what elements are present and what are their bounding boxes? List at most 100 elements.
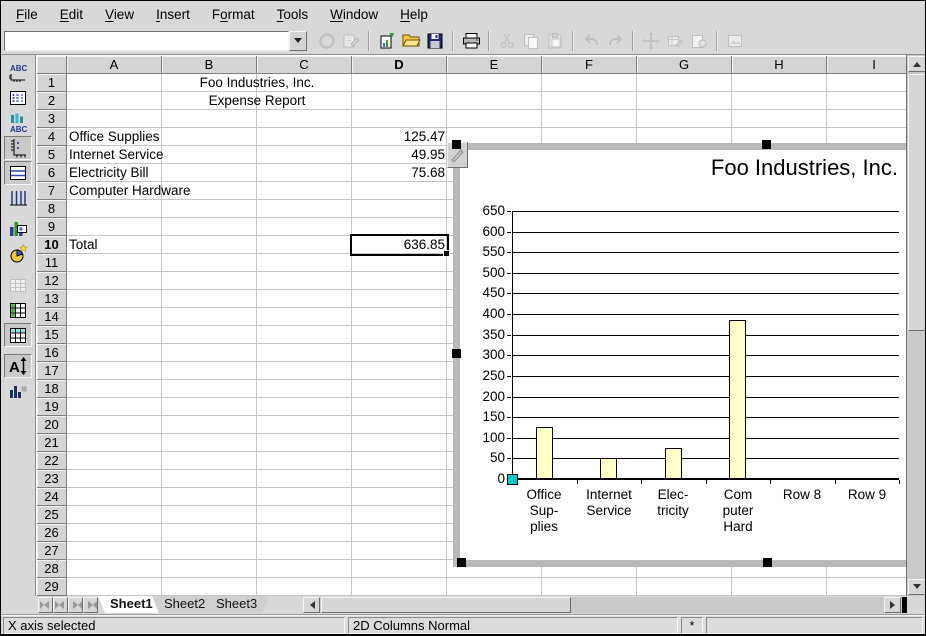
- menu-window[interactable]: Window: [319, 7, 389, 22]
- row-header-23[interactable]: 23: [37, 470, 67, 488]
- cell-D6[interactable]: 75.68: [352, 164, 447, 182]
- row-header-19[interactable]: 19: [37, 398, 67, 416]
- chart-title[interactable]: Foo Industries, Inc.: [711, 155, 898, 181]
- cell-A6[interactable]: Electricity Bill: [67, 164, 257, 182]
- x-axis-label-3[interactable]: ComputerHard: [706, 487, 770, 535]
- scroll-left-button[interactable]: [303, 597, 320, 613]
- row-header-9[interactable]: 9: [37, 218, 67, 236]
- selected-cell-outline[interactable]: [350, 234, 449, 256]
- row-header-13[interactable]: 13: [37, 290, 67, 308]
- row-header-25[interactable]: 25: [37, 506, 67, 524]
- row-header-29[interactable]: 29: [37, 578, 67, 596]
- x-axis-label-1[interactable]: InternetService: [577, 487, 641, 519]
- sheet-tab-sheet3[interactable]: Sheet3: [204, 596, 269, 613]
- select-all-corner[interactable]: [37, 56, 67, 74]
- x-axis-label-2[interactable]: Elec-tricity: [641, 487, 705, 519]
- column-header-B[interactable]: B: [162, 56, 257, 74]
- menu-help[interactable]: Help: [389, 7, 439, 22]
- row-header-14[interactable]: 14: [37, 308, 67, 326]
- next-sheet-button[interactable]: [68, 597, 83, 613]
- chart-selection-handle-bottom-center[interactable]: [763, 558, 772, 567]
- autoformat-chart-button[interactable]: [4, 242, 32, 266]
- axis-descriptions-button[interactable]: [4, 136, 32, 160]
- row-header-12[interactable]: 12: [37, 272, 67, 290]
- row-header-24[interactable]: 24: [37, 488, 67, 506]
- row-header-5[interactable]: 5: [37, 146, 67, 164]
- fill-handle[interactable]: [443, 250, 450, 257]
- save-icon[interactable]: [423, 29, 447, 53]
- horizontal-scrollbar[interactable]: [303, 597, 907, 613]
- chart-selection-handle-top-center[interactable]: [762, 140, 771, 149]
- menu-view[interactable]: View: [94, 7, 145, 22]
- previous-sheet-button[interactable]: [53, 597, 68, 613]
- column-header-C[interactable]: C: [257, 56, 352, 74]
- cell-A4[interactable]: Office Supplies: [67, 128, 257, 146]
- bar-elec-tricity[interactable]: [665, 448, 682, 479]
- column-header-D[interactable]: D: [352, 56, 447, 74]
- row-header-6[interactable]: 6: [37, 164, 67, 182]
- column-header-G[interactable]: G: [637, 56, 732, 74]
- row-header-8[interactable]: 8: [37, 200, 67, 218]
- chart-selection-handle-bottom-left[interactable]: [457, 558, 466, 567]
- embedded-chart-object[interactable]: Foo Industries, Inc. 0501001502002503003…: [453, 143, 907, 567]
- horizontal-grid-button[interactable]: [4, 161, 32, 185]
- chart-selection-handle-top-left[interactable]: [452, 140, 461, 149]
- vertical-scroll-thumb[interactable]: [908, 74, 926, 331]
- x-axis-selection-handle[interactable]: [507, 474, 518, 485]
- bar-internet-service[interactable]: [600, 458, 617, 479]
- row-header-15[interactable]: 15: [37, 326, 67, 344]
- first-sheet-button[interactable]: [38, 597, 53, 613]
- cell-B2[interactable]: Expense Report: [162, 92, 352, 110]
- scroll-down-button[interactable]: [908, 579, 926, 595]
- scale-text-button[interactable]: A: [4, 354, 32, 378]
- column-header-A[interactable]: A: [67, 56, 162, 74]
- vertical-scrollbar[interactable]: [906, 55, 926, 596]
- cell-D4[interactable]: 125.47: [352, 128, 447, 146]
- row-header-11[interactable]: 11: [37, 254, 67, 272]
- y-axis-line[interactable]: [512, 211, 513, 479]
- data-in-columns-button[interactable]: [4, 323, 32, 347]
- row-header-1[interactable]: 1: [37, 74, 67, 92]
- row-header-10[interactable]: 10: [37, 236, 67, 254]
- row-header-22[interactable]: 22: [37, 452, 67, 470]
- print-icon[interactable]: [459, 29, 483, 53]
- reorganize-chart-button[interactable]: [4, 379, 32, 403]
- combo-dropdown-button[interactable]: [289, 31, 307, 51]
- row-header-26[interactable]: 26: [37, 524, 67, 542]
- legend-on-off-button[interactable]: [4, 86, 32, 110]
- x-axis-label-0[interactable]: OfficeSup-plies: [512, 487, 576, 535]
- column-header-F[interactable]: F: [542, 56, 637, 74]
- cell-B1[interactable]: Foo Industries, Inc.: [162, 74, 352, 92]
- row-header-21[interactable]: 21: [37, 434, 67, 452]
- last-sheet-button[interactable]: [83, 597, 98, 613]
- column-header-I[interactable]: I: [827, 56, 907, 74]
- x-axis-label-4[interactable]: Row 8: [770, 487, 834, 503]
- row-header-3[interactable]: 3: [37, 110, 67, 128]
- row-header-7[interactable]: 7: [37, 182, 67, 200]
- horizontal-scroll-thumb[interactable]: [321, 597, 571, 613]
- bar-com-puter-hard[interactable]: [729, 320, 746, 479]
- menu-file[interactable]: File: [5, 7, 49, 22]
- menu-format[interactable]: Format: [201, 7, 266, 22]
- url-combobox[interactable]: [4, 31, 307, 51]
- row-header-27[interactable]: 27: [37, 542, 67, 560]
- axes-title-on-off-button[interactable]: ABC: [4, 111, 32, 135]
- row-header-16[interactable]: 16: [37, 344, 67, 362]
- url-input[interactable]: [4, 31, 289, 51]
- row-header-20[interactable]: 20: [37, 416, 67, 434]
- x-axis-label-5[interactable]: Row 9: [835, 487, 899, 503]
- cell-A7[interactable]: Computer Hardware: [67, 182, 257, 200]
- edit-chart-type-button[interactable]: [4, 217, 32, 241]
- cell-D5[interactable]: 49.95: [352, 146, 447, 164]
- cell-A5[interactable]: Internet Service: [67, 146, 257, 164]
- row-header-4[interactable]: 4: [37, 128, 67, 146]
- titles-on-off-button[interactable]: ABC: [4, 61, 32, 85]
- bar-office-sup-plies[interactable]: [536, 427, 553, 479]
- menu-edit[interactable]: Edit: [49, 7, 94, 22]
- scroll-right-button[interactable]: [884, 597, 901, 613]
- row-header-28[interactable]: 28: [37, 560, 67, 578]
- new-document-icon[interactable]: [375, 29, 399, 53]
- chart-selection-handle-left-center[interactable]: [452, 349, 461, 358]
- scroll-up-button[interactable]: [908, 56, 926, 72]
- column-header-H[interactable]: H: [732, 56, 827, 74]
